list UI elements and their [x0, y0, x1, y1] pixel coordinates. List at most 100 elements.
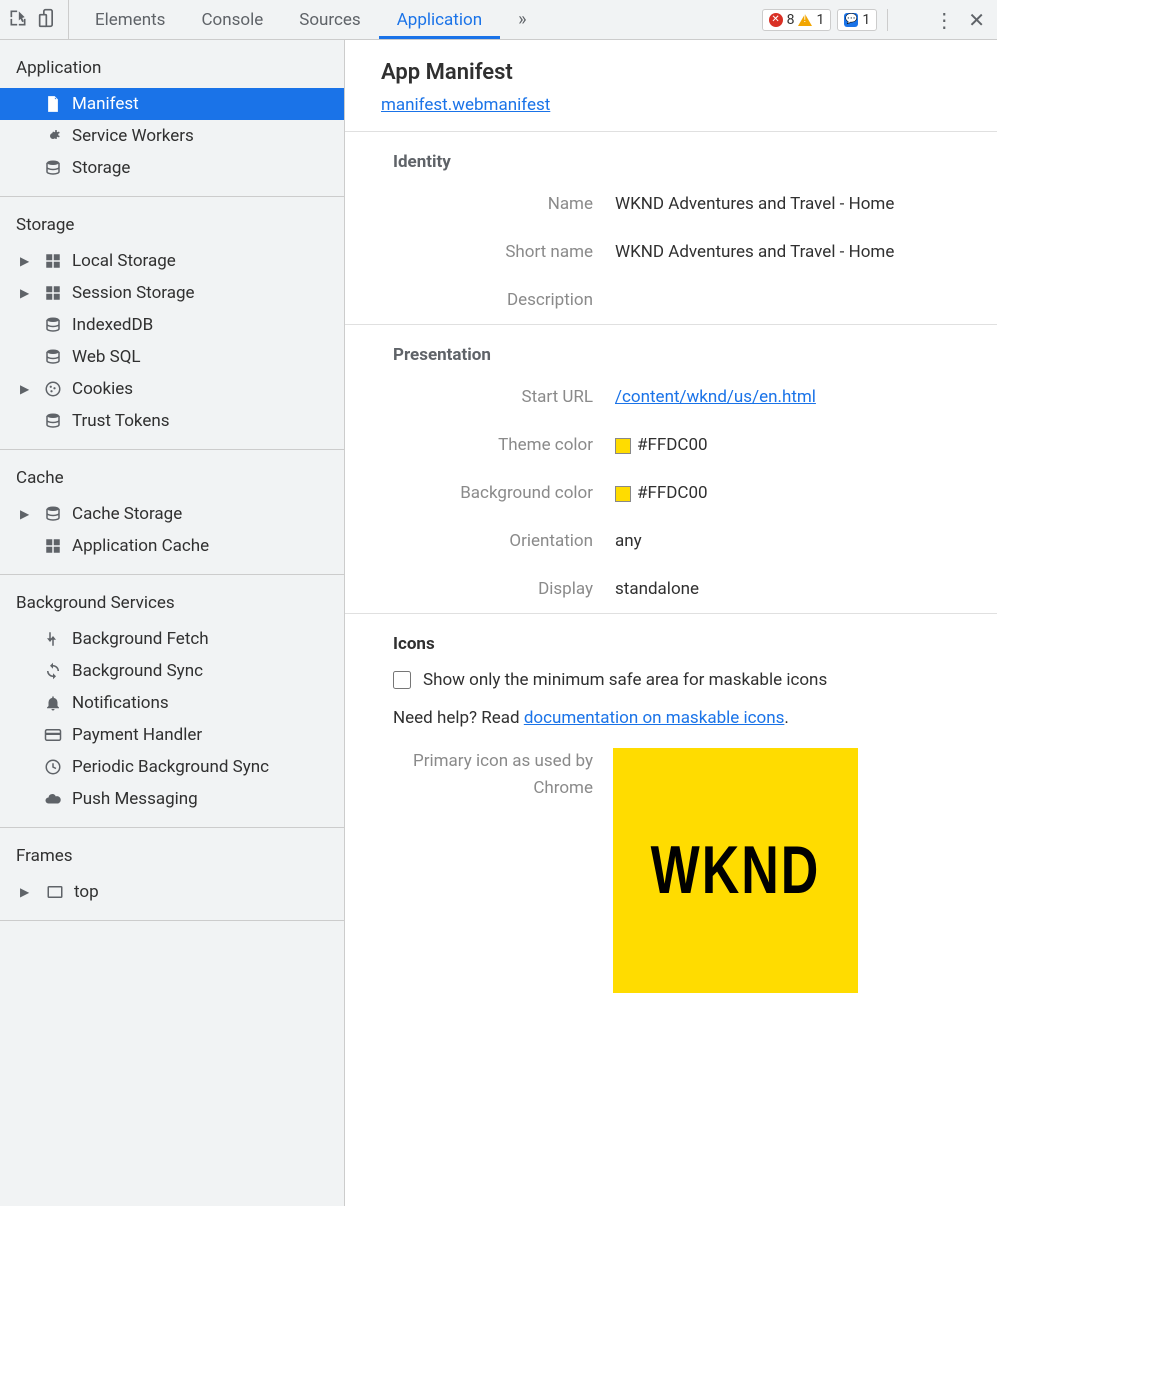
primary-icon-row: Primary icon as used by Chrome WKND	[393, 738, 997, 993]
warning-icon	[798, 14, 812, 26]
maskable-safe-area-checkbox[interactable]	[393, 671, 411, 689]
primary-icon-label: Primary icon as used by Chrome	[393, 748, 613, 802]
settings-icon[interactable]	[902, 9, 920, 31]
start-url-link[interactable]: /content/wknd/us/en.html	[615, 387, 816, 407]
field-theme-color: Theme color #FFDC00	[345, 421, 997, 469]
help-suffix: .	[784, 708, 788, 728]
sidebar-item-label: Background Sync	[72, 661, 203, 681]
database-icon	[44, 159, 62, 177]
sidebar-item-bg-fetch[interactable]: Background Fetch	[0, 623, 344, 655]
color-swatch-icon	[615, 438, 631, 454]
sidebar-section-frames: Frames ▶ top	[0, 828, 344, 921]
more-menu-icon[interactable]: ⋮	[934, 10, 954, 30]
maskable-docs-link[interactable]: documentation on maskable icons	[524, 708, 785, 728]
inspector-tools	[8, 0, 69, 39]
tab-overflow-icon[interactable]: »	[508, 9, 536, 30]
close-devtools-icon[interactable]: ✕	[968, 8, 985, 32]
sidebar-item-service-workers[interactable]: Service Workers	[0, 120, 344, 152]
cloud-icon	[44, 790, 62, 808]
database-icon	[44, 348, 62, 366]
manifest-panel: App Manifest manifest.webmanifest Identi…	[345, 40, 997, 1206]
inspect-element-icon[interactable]	[8, 8, 28, 32]
page-title: App Manifest	[345, 60, 997, 95]
issues-icon: 💬	[844, 13, 858, 27]
sidebar-item-storage[interactable]: Storage	[0, 152, 344, 184]
help-text: Need help? Read documentation on maskabl…	[393, 698, 997, 738]
sidebar-item-label: Payment Handler	[72, 725, 202, 745]
sidebar-item-periodic-sync[interactable]: Periodic Background Sync	[0, 751, 344, 783]
tab-console[interactable]: Console	[183, 0, 281, 39]
grid-icon	[44, 252, 62, 270]
sidebar-item-push-messaging[interactable]: Push Messaging	[0, 783, 344, 815]
gear-icon	[44, 127, 62, 145]
sidebar-item-label: top	[74, 882, 99, 902]
sidebar-item-label: Storage	[72, 158, 130, 178]
clock-icon	[44, 758, 62, 776]
field-label: Start URL	[345, 387, 615, 407]
tab-application[interactable]: Application	[379, 0, 500, 39]
device-toggle-icon[interactable]	[38, 8, 58, 32]
field-display: Display standalone	[345, 565, 997, 613]
field-value: standalone	[615, 579, 699, 599]
disclosure-triangle-icon[interactable]: ▶	[20, 254, 30, 268]
sidebar-item-manifest[interactable]: Manifest	[0, 88, 344, 120]
field-label: Orientation	[345, 531, 615, 551]
sidebar-item-label: Service Workers	[72, 126, 194, 146]
bell-icon	[44, 694, 62, 712]
field-label: Theme color	[345, 435, 615, 455]
status-badges: ✕ 8 1 💬 1 ⋮ ✕	[762, 8, 997, 32]
field-value: WKND Adventures and Travel - Home	[615, 194, 894, 214]
help-prefix: Need help? Read	[393, 708, 524, 728]
field-description: Description	[345, 276, 997, 324]
icons-heading: Icons	[345, 614, 997, 662]
sidebar-item-payment-handler[interactable]: Payment Handler	[0, 719, 344, 751]
field-value: WKND Adventures and Travel - Home	[615, 242, 894, 262]
sidebar-item-session-storage[interactable]: ▶ Session Storage	[0, 277, 344, 309]
sidebar-item-websql[interactable]: Web SQL	[0, 341, 344, 373]
sidebar-item-local-storage[interactable]: ▶ Local Storage	[0, 245, 344, 277]
sidebar-item-bg-sync[interactable]: Background Sync	[0, 655, 344, 687]
checkbox-label: Show only the minimum safe area for mask…	[423, 670, 827, 690]
sidebar-section-storage: Storage ▶ Local Storage ▶ Session Storag…	[0, 197, 344, 450]
sidebar-section-bg-services: Background Services Background Fetch Bac…	[0, 575, 344, 828]
presentation-heading: Presentation	[345, 325, 997, 373]
sidebar-item-trust-tokens[interactable]: Trust Tokens	[0, 405, 344, 437]
sidebar-item-label: Trust Tokens	[72, 411, 170, 431]
field-value: #FFDC00	[615, 435, 708, 455]
sidebar-item-notifications[interactable]: Notifications	[0, 687, 344, 719]
sidebar-heading: Background Services	[0, 587, 344, 623]
disclosure-triangle-icon[interactable]: ▶	[20, 507, 30, 521]
identity-heading: Identity	[345, 132, 997, 180]
panel-tablist: Elements Console Sources Application	[77, 0, 500, 39]
sidebar-item-label: Application Cache	[72, 536, 209, 556]
field-label: Description	[345, 290, 615, 310]
icon-text: WKND	[651, 832, 821, 910]
field-short-name: Short name WKND Adventures and Travel - …	[345, 228, 997, 276]
right-controls: ⋮ ✕	[883, 8, 997, 32]
manifest-file-link[interactable]: manifest.webmanifest	[345, 95, 997, 131]
sidebar-section-application: Application Manifest Service Workers Sto…	[0, 40, 344, 197]
separator	[887, 9, 888, 31]
sidebar-heading: Storage	[0, 209, 344, 245]
sidebar-item-cache-storage[interactable]: ▶ Cache Storage	[0, 498, 344, 530]
issues-badge[interactable]: 💬 1	[837, 9, 877, 31]
sidebar-item-label: Web SQL	[72, 347, 141, 367]
disclosure-triangle-icon[interactable]: ▶	[20, 382, 30, 396]
field-start-url: Start URL /content/wknd/us/en.html	[345, 373, 997, 421]
disclosure-triangle-icon[interactable]: ▶	[20, 286, 30, 300]
label-line1: Primary icon as used by	[413, 751, 593, 771]
sidebar-item-application-cache[interactable]: Application Cache	[0, 530, 344, 562]
error-warning-badge[interactable]: ✕ 8 1	[762, 9, 832, 31]
database-icon	[44, 316, 62, 334]
sidebar-item-indexeddb[interactable]: IndexedDB	[0, 309, 344, 341]
database-icon	[44, 412, 62, 430]
field-label: Name	[345, 194, 615, 214]
cookie-icon	[44, 380, 62, 398]
sidebar-item-frame-top[interactable]: ▶ top	[0, 876, 344, 908]
disclosure-triangle-icon[interactable]: ▶	[20, 885, 30, 899]
sidebar-item-cookies[interactable]: ▶ Cookies	[0, 373, 344, 405]
label-line2: Chrome	[533, 778, 593, 798]
field-label: Background color	[345, 483, 615, 503]
tab-elements[interactable]: Elements	[77, 0, 183, 39]
tab-sources[interactable]: Sources	[281, 0, 378, 39]
